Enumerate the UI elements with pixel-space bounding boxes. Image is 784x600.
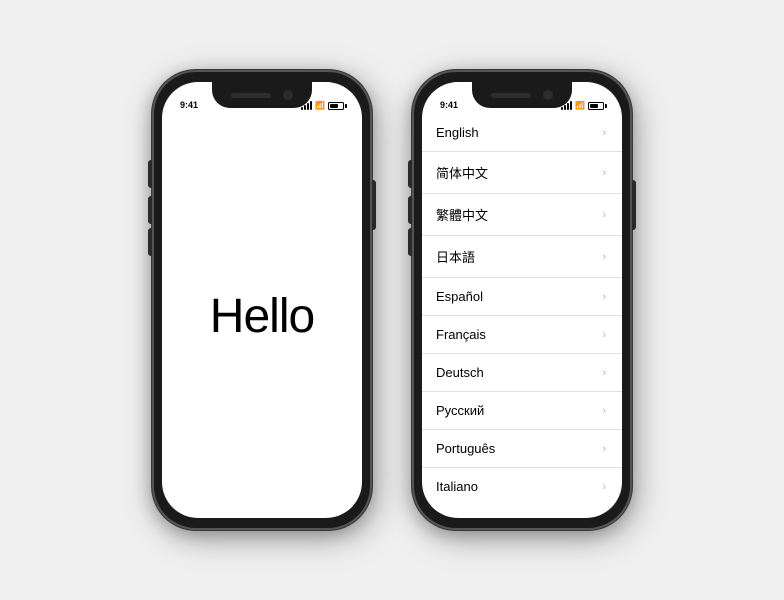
phone-languages: 9:41 📶 English › 简体中文 › 繁體中文 [412, 70, 632, 530]
camera-2 [543, 90, 553, 100]
phone-languages-screen: 9:41 📶 English › 简体中文 › 繁體中文 [422, 82, 622, 518]
language-item-5[interactable]: Français › [422, 316, 622, 354]
language-name: English [436, 125, 479, 140]
language-item-7[interactable]: Русский › [422, 392, 622, 430]
wifi-icon: 📶 [315, 101, 325, 110]
battery-icon-2 [588, 102, 604, 110]
language-item-6[interactable]: Deutsch › [422, 354, 622, 392]
language-name: Italiano [436, 479, 478, 494]
language-item-4[interactable]: Español › [422, 278, 622, 316]
notch [212, 82, 312, 108]
language-name: Русский [436, 403, 484, 418]
chevron-icon: › [602, 405, 606, 417]
battery-fill-2 [590, 104, 598, 108]
phone-hello: 9:41 📶 Hello [152, 70, 372, 530]
language-item-8[interactable]: Português › [422, 430, 622, 468]
language-item-1[interactable]: 简体中文 › [422, 152, 622, 194]
speaker [231, 93, 271, 98]
hello-screen: Hello [162, 114, 362, 518]
language-name: Português [436, 441, 495, 456]
status-icons: 📶 [301, 101, 344, 110]
chevron-icon: › [602, 291, 606, 303]
speaker-2 [491, 93, 531, 98]
chevron-icon: › [602, 251, 606, 263]
language-name: Français [436, 327, 486, 342]
language-name: Español [436, 289, 483, 304]
language-item-0[interactable]: English › [422, 114, 622, 152]
notch-2 [472, 82, 572, 108]
language-list: English › 简体中文 › 繁體中文 › 日本語 › Español › … [422, 114, 622, 518]
camera [283, 90, 293, 100]
chevron-icon: › [602, 127, 606, 139]
language-name: 简体中文 [436, 163, 488, 182]
language-name: Deutsch [436, 365, 484, 380]
chevron-icon: › [602, 481, 606, 493]
chevron-icon: › [602, 443, 606, 455]
language-item-2[interactable]: 繁體中文 › [422, 194, 622, 236]
hello-text: Hello [210, 289, 314, 344]
language-name: 日本語 [436, 247, 475, 266]
chevron-icon: › [602, 167, 606, 179]
time-display: 9:41 [180, 100, 198, 110]
battery-icon [328, 102, 344, 110]
status-icons-2: 📶 [561, 101, 604, 110]
language-item-9[interactable]: Italiano › [422, 468, 622, 505]
battery-fill [330, 104, 338, 108]
phone-hello-screen: 9:41 📶 Hello [162, 82, 362, 518]
language-item-3[interactable]: 日本語 › [422, 236, 622, 278]
language-name: 繁體中文 [436, 205, 488, 224]
chevron-icon: › [602, 209, 606, 221]
chevron-icon: › [602, 367, 606, 379]
wifi-icon-2: 📶 [575, 101, 585, 110]
time-display-2: 9:41 [440, 100, 458, 110]
chevron-icon: › [602, 329, 606, 341]
